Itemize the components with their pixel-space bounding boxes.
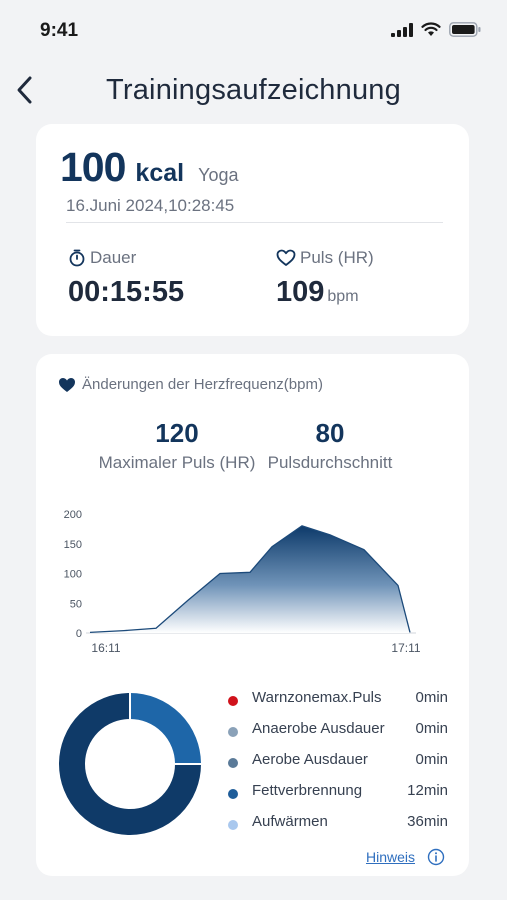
heart-rate-title-row: Änderungen der Herzfrequenz(bpm) bbox=[58, 376, 323, 393]
page-title: Trainingsaufzeichnung bbox=[106, 74, 401, 106]
calories-value: 100 bbox=[60, 144, 126, 190]
legend-dot bbox=[228, 820, 238, 830]
calories-row: 100 kcal Yoga bbox=[60, 144, 238, 191]
heart-rate-chart: 0 50 100 150 200 16:11 17:11 bbox=[36, 492, 469, 662]
summary-card: 100 kcal Yoga 16.Juni 2024,10:28:45 Daue… bbox=[36, 124, 469, 336]
y-tick-label: 200 bbox=[64, 509, 82, 521]
zone-donut-chart bbox=[58, 692, 202, 841]
legend-label: Warnzonemax.Puls bbox=[252, 689, 382, 706]
heart-outline-icon bbox=[276, 249, 296, 266]
y-tick-label: 100 bbox=[64, 569, 82, 581]
info-icon[interactable] bbox=[427, 848, 445, 866]
divider bbox=[66, 222, 443, 223]
heart-rate-title: Änderungen der Herzfrequenz(bpm) bbox=[82, 376, 323, 393]
legend-value: 0min bbox=[415, 689, 448, 706]
max-pulse-label: Maximaler Puls (HR) bbox=[98, 453, 256, 472]
legend-value: 0min bbox=[415, 720, 448, 737]
legend-label: Aerobe Ausdauer bbox=[252, 751, 368, 768]
legend-dot bbox=[228, 696, 238, 706]
workout-date: 16.Juni 2024,10:28:45 bbox=[66, 196, 235, 215]
avg-pulse-label: Pulsdurchschnitt bbox=[267, 453, 393, 472]
legend-label: Anaerobe Ausdauer bbox=[252, 720, 385, 737]
max-pulse-stat: 120 Maximaler Puls (HR) bbox=[96, 418, 258, 473]
legend-label: Fettverbrennung bbox=[252, 782, 363, 799]
legend-value: 0min bbox=[415, 751, 448, 768]
legend-row: Aerobe Ausdauer 0min bbox=[228, 748, 448, 779]
x-tick-label: 17:11 bbox=[391, 641, 420, 655]
legend-dot bbox=[228, 789, 238, 799]
legend-dot bbox=[228, 727, 238, 737]
legend-value: 12min bbox=[407, 782, 448, 799]
zone-legend: Warnzonemax.Puls 0min Anaerobe Ausdauer 0mi… bbox=[228, 686, 448, 841]
avg-pulse-value: 80 bbox=[315, 418, 345, 448]
hint-row: Hinweis bbox=[366, 848, 445, 866]
x-tick-label: 16:11 bbox=[91, 641, 120, 655]
heart-rate-chart-svg: 0 50 100 150 200 16:11 17:11 bbox=[64, 509, 421, 655]
legend-dot bbox=[228, 758, 238, 768]
wifi-icon bbox=[421, 22, 441, 36]
y-tick-label: 50 bbox=[70, 598, 82, 610]
heart-rate-card: Änderungen der Herzfrequenz(bpm) 120 Max… bbox=[36, 354, 469, 876]
duration-value: 00:15:55 bbox=[68, 276, 185, 308]
zone-donut-svg bbox=[59, 693, 201, 835]
legend-row: Fettverbrennung 12min bbox=[228, 779, 448, 810]
battery-icon bbox=[449, 22, 481, 37]
stopwatch-icon bbox=[69, 249, 85, 267]
avg-pulse-stat: 80 Pulsdurchschnitt bbox=[264, 418, 396, 473]
duration-metric: Dauer 00:15:55 bbox=[68, 248, 184, 309]
pulse-value: 109 bbox=[276, 276, 325, 308]
heart-rate-area bbox=[90, 525, 410, 633]
signal-icon bbox=[391, 22, 413, 37]
legend-row: Aufwärmen 36min bbox=[228, 810, 448, 841]
legend-label: Aufwärmen bbox=[252, 813, 328, 830]
y-tick-label: 150 bbox=[64, 539, 82, 551]
hint-link[interactable]: Hinweis bbox=[366, 849, 415, 865]
legend-row: Anaerobe Ausdauer 0min bbox=[228, 717, 448, 748]
calories-unit: kcal bbox=[135, 159, 185, 187]
status-time: 9:41 bbox=[40, 20, 79, 41]
legend-value: 36min bbox=[407, 813, 448, 830]
y-tick-label: 0 bbox=[76, 628, 82, 640]
max-pulse-value: 120 bbox=[155, 418, 199, 448]
pulse-unit: bpm bbox=[327, 288, 359, 305]
sport-type: Yoga bbox=[198, 165, 239, 185]
pulse-metric: Puls (HR) 109 bpm bbox=[276, 248, 374, 309]
pulse-label: Puls (HR) bbox=[300, 248, 374, 267]
status-icons bbox=[391, 22, 481, 37]
legend-row: Warnzonemax.Puls 0min bbox=[228, 686, 448, 717]
status-bar: 9:41 bbox=[0, 0, 507, 62]
heart-filled-icon bbox=[59, 377, 75, 392]
duration-label: Dauer bbox=[90, 248, 137, 267]
nav-bar: Trainingsaufzeichnung bbox=[0, 62, 507, 120]
